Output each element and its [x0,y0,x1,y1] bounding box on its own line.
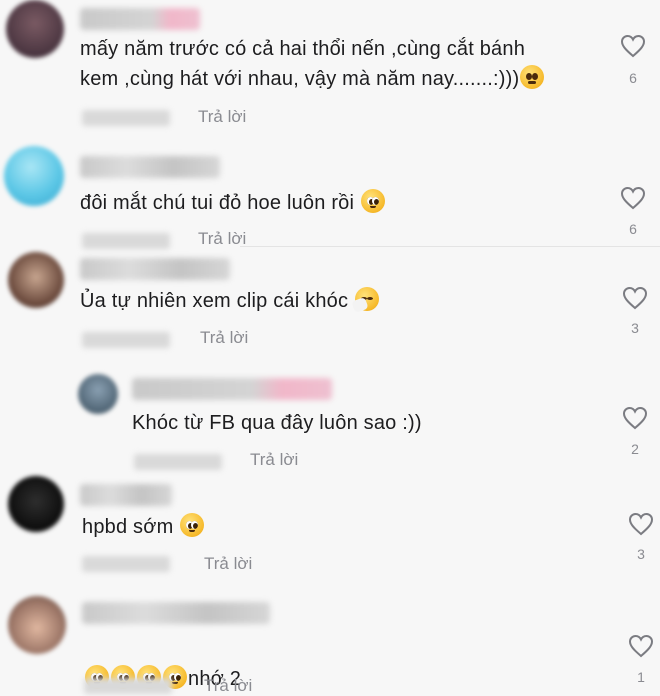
comment-text: đôi mắt chú tui đỏ hoe luôn rồi [80,188,580,218]
comment-2: đôi mắt chú tui đỏ hoe luôn rồi Trả lời … [0,140,660,250]
comment-date [82,556,170,572]
like-count: 2 [631,441,639,457]
username[interactable] [80,156,220,178]
like-button[interactable] [618,186,648,210]
comment-text: mấy năm trước có cả hai thổi nến ,cùng c… [80,34,600,94]
avatar[interactable] [6,0,64,58]
comment-6: nhớ 2 Trả lời 1 [0,592,660,696]
username[interactable] [132,378,332,400]
reply-button[interactable]: Trả lời [200,328,248,348]
reply-button[interactable]: Trả lời [204,554,252,574]
comment-date [82,110,170,126]
like-button[interactable] [620,286,650,310]
heart-icon [620,34,646,58]
reply-button[interactable]: Trả lời [204,676,252,696]
like-count: 6 [629,70,637,86]
avatar[interactable] [8,252,64,308]
like-count: 3 [631,320,639,336]
like-count: 6 [629,221,637,237]
comment-date [84,678,172,694]
avatar[interactable] [8,596,66,654]
reply-button[interactable]: Trả lời [198,107,246,127]
comment-date [134,454,222,470]
username[interactable] [80,484,172,506]
pleading-face-emoji [180,513,205,537]
pleading-face-emoji [360,189,385,213]
sneezing-face-emoji [351,287,379,314]
heart-icon [620,186,646,210]
reply-button[interactable]: Trả lời [198,229,246,249]
avatar[interactable] [78,374,118,414]
comment-text: Khóc từ FB qua đây luôn sao :)) [132,412,422,434]
username[interactable] [80,258,230,280]
comment-3: Ủa tự nhiên xem clip cái khóc Trả lời 3 [0,250,660,360]
avatar[interactable] [8,476,64,532]
username[interactable] [82,602,270,624]
like-button[interactable] [620,406,650,430]
comment-5: hpbd sớm Trả lời 3 [0,474,660,584]
username[interactable] [80,8,200,30]
like-button[interactable] [618,34,648,58]
comment-date [82,233,170,249]
like-button[interactable] [626,634,656,658]
comment-date [82,332,170,348]
like-button[interactable] [626,512,656,536]
comment-1: mấy năm trước có cả hai thổi nến ,cùng c… [0,0,660,135]
heart-icon [628,634,654,658]
comment-4-reply: Khóc từ FB qua đây luôn sao :)) Trả lời … [0,368,660,478]
comment-text: hpbd sớm [82,512,482,542]
like-count: 1 [637,669,645,685]
avatar[interactable] [4,146,64,206]
comment-text: Ủa tự nhiên xem clip cái khóc [80,286,580,316]
like-count: 3 [637,546,645,562]
reply-button[interactable]: Trả lời [250,450,298,470]
slight-frown-emoji [520,65,545,89]
heart-icon [628,512,654,536]
heart-icon [622,286,648,310]
heart-icon [622,406,648,430]
